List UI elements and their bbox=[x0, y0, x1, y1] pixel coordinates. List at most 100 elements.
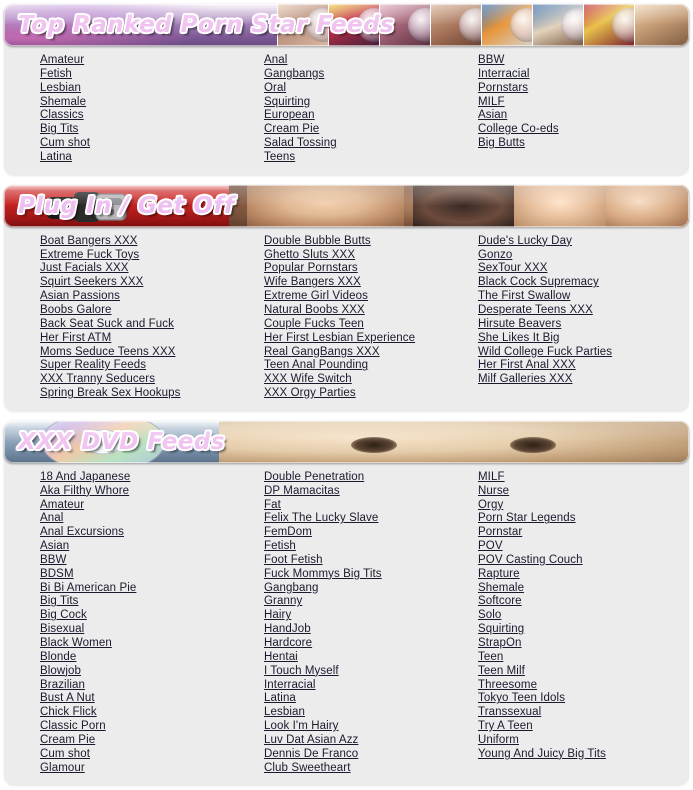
feed-link[interactable]: Dennis De Franco bbox=[264, 748, 478, 762]
feed-link[interactable]: Couple Fucks Teen bbox=[264, 318, 478, 332]
feed-link[interactable]: Hairy bbox=[264, 609, 478, 623]
feed-link[interactable]: Classic Porn bbox=[40, 720, 264, 734]
feed-link[interactable]: Wife Bangers XXX bbox=[264, 276, 478, 290]
feed-link[interactable]: European bbox=[264, 109, 478, 123]
feed-link[interactable]: Bisexual bbox=[40, 623, 264, 637]
feed-link[interactable]: Super Reality Feeds bbox=[40, 359, 264, 373]
feed-link[interactable]: Blonde bbox=[40, 651, 264, 665]
feed-link[interactable]: Pornstar bbox=[478, 526, 678, 540]
feed-link[interactable]: Cream Pie bbox=[264, 123, 478, 137]
feed-link[interactable]: FemDom bbox=[264, 526, 478, 540]
feed-link[interactable]: Squirting bbox=[264, 96, 478, 110]
feed-link[interactable]: Double Bubble Butts bbox=[264, 235, 478, 249]
feed-link[interactable]: Big Butts bbox=[478, 137, 678, 151]
feed-link[interactable]: Moms Seduce Teens XXX bbox=[40, 346, 264, 360]
feed-link[interactable]: Anal bbox=[264, 54, 478, 68]
feed-link[interactable]: Hentai bbox=[264, 651, 478, 665]
feed-link[interactable]: Her First ATM bbox=[40, 332, 264, 346]
feed-link[interactable]: Her First Lesbian Experience bbox=[264, 332, 478, 346]
feed-link[interactable]: I Touch Myself bbox=[264, 665, 478, 679]
feed-link[interactable]: Spring Break Sex Hookups bbox=[40, 387, 264, 401]
feed-link[interactable]: Back Seat Suck and Fuck bbox=[40, 318, 264, 332]
feed-link[interactable]: Salad Tossing bbox=[264, 137, 478, 151]
feed-link[interactable]: Black Cock Supremacy bbox=[478, 276, 678, 290]
feed-link[interactable]: Felix The Lucky Slave bbox=[264, 512, 478, 526]
feed-link[interactable]: Popular Pornstars bbox=[264, 262, 478, 276]
feed-link[interactable]: Black Women bbox=[40, 637, 264, 651]
feed-link[interactable]: Big Tits bbox=[40, 595, 264, 609]
feed-link[interactable]: StrapOn bbox=[478, 637, 678, 651]
banner-top-ranked-porn-star-feeds[interactable]: Top Ranked Porn Star Feeds bbox=[4, 4, 689, 46]
feed-link[interactable]: Uniform bbox=[478, 734, 678, 748]
feed-link[interactable]: Softcore bbox=[478, 595, 678, 609]
feed-link[interactable]: Fetish bbox=[40, 68, 264, 82]
feed-link[interactable]: Granny bbox=[264, 595, 478, 609]
feed-link[interactable]: Interracial bbox=[264, 679, 478, 693]
feed-link[interactable]: Fuck Mommys Big Tits bbox=[264, 568, 478, 582]
feed-link[interactable]: Double Penetration bbox=[264, 471, 478, 485]
feed-link[interactable]: Ghetto Sluts XXX bbox=[264, 249, 478, 263]
feed-link[interactable]: Shemale bbox=[40, 96, 264, 110]
feed-link[interactable]: Extreme Girl Videos bbox=[264, 290, 478, 304]
feed-link[interactable]: Anal bbox=[40, 512, 264, 526]
feed-link[interactable]: Transsexual bbox=[478, 706, 678, 720]
feed-link[interactable]: Hirsute Beavers bbox=[478, 318, 678, 332]
feed-link[interactable]: HandJob bbox=[264, 623, 478, 637]
feed-link[interactable]: Boobs Galore bbox=[40, 304, 264, 318]
feed-link[interactable]: Luv Dat Asian Azz bbox=[264, 734, 478, 748]
feed-link[interactable]: Anal Excursions bbox=[40, 526, 264, 540]
feed-link[interactable]: She Likes It Big bbox=[478, 332, 678, 346]
feed-link[interactable]: Teen bbox=[478, 651, 678, 665]
feed-link[interactable]: MILF bbox=[478, 96, 678, 110]
feed-link[interactable]: Pornstars bbox=[478, 82, 678, 96]
feed-link[interactable]: Amateur bbox=[40, 54, 264, 68]
feed-link[interactable]: Big Tits bbox=[40, 123, 264, 137]
feed-link[interactable]: DP Mamacitas bbox=[264, 485, 478, 499]
feed-link[interactable]: Asian bbox=[478, 109, 678, 123]
feed-link[interactable]: Cream Pie bbox=[40, 734, 264, 748]
feed-link[interactable]: Cum shot bbox=[40, 137, 264, 151]
feed-link[interactable]: Solo bbox=[478, 609, 678, 623]
feed-link[interactable]: Threesome bbox=[478, 679, 678, 693]
feed-link[interactable]: Just Facials XXX bbox=[40, 262, 264, 276]
feed-link[interactable]: POV Casting Couch bbox=[478, 554, 678, 568]
feed-link[interactable]: Amateur bbox=[40, 499, 264, 513]
feed-link[interactable]: Rapture bbox=[478, 568, 678, 582]
feed-link[interactable]: 18 And Japanese bbox=[40, 471, 264, 485]
feed-link[interactable]: Bi Bi American Pie bbox=[40, 582, 264, 596]
feed-link[interactable]: POV bbox=[478, 540, 678, 554]
feed-link[interactable]: Classics bbox=[40, 109, 264, 123]
feed-link[interactable]: Foot Fetish bbox=[264, 554, 478, 568]
feed-link[interactable]: Dude's Lucky Day bbox=[478, 235, 678, 249]
feed-link[interactable]: Teen Anal Pounding bbox=[264, 359, 478, 373]
feed-link[interactable]: XXX Orgy Parties bbox=[264, 387, 478, 401]
feed-link[interactable]: Tokyo Teen Idols bbox=[478, 692, 678, 706]
feed-link[interactable]: Bust A Nut bbox=[40, 692, 264, 706]
feed-link[interactable]: Squirt Seekers XXX bbox=[40, 276, 264, 290]
banner-xxx-dvd-feeds[interactable]: XXX DVD Feeds bbox=[4, 420, 689, 463]
feed-link[interactable]: Hardcore bbox=[264, 637, 478, 651]
feed-link[interactable]: Asian bbox=[40, 540, 264, 554]
feed-link[interactable]: Milf Galleries XXX bbox=[478, 373, 678, 387]
feed-link[interactable]: Squirting bbox=[478, 623, 678, 637]
feed-link[interactable]: The First Swallow bbox=[478, 290, 678, 304]
feed-link[interactable]: Brazilian bbox=[40, 679, 264, 693]
feed-link[interactable]: MILF bbox=[478, 471, 678, 485]
feed-link[interactable]: Gonzo bbox=[478, 249, 678, 263]
feed-link[interactable]: Blowjob bbox=[40, 665, 264, 679]
feed-link[interactable]: Glamour bbox=[40, 762, 264, 776]
feed-link[interactable]: Interracial bbox=[478, 68, 678, 82]
feed-link[interactable]: Desperate Teens XXX bbox=[478, 304, 678, 318]
feed-link[interactable]: Chick Flick bbox=[40, 706, 264, 720]
feed-link[interactable]: College Co-eds bbox=[478, 123, 678, 137]
feed-link[interactable]: BDSM bbox=[40, 568, 264, 582]
feed-link[interactable]: BBW bbox=[478, 54, 678, 68]
feed-link[interactable]: Nurse bbox=[478, 485, 678, 499]
feed-link[interactable]: BBW bbox=[40, 554, 264, 568]
feed-link[interactable]: Gangbangs bbox=[264, 68, 478, 82]
feed-link[interactable]: Teen Milf bbox=[478, 665, 678, 679]
feed-link[interactable]: Extreme Fuck Toys bbox=[40, 249, 264, 263]
feed-link[interactable]: XXX Tranny Seducers bbox=[40, 373, 264, 387]
feed-link[interactable]: Young And Juicy Big Tits bbox=[478, 748, 678, 762]
feed-link[interactable]: Shemale bbox=[478, 582, 678, 596]
